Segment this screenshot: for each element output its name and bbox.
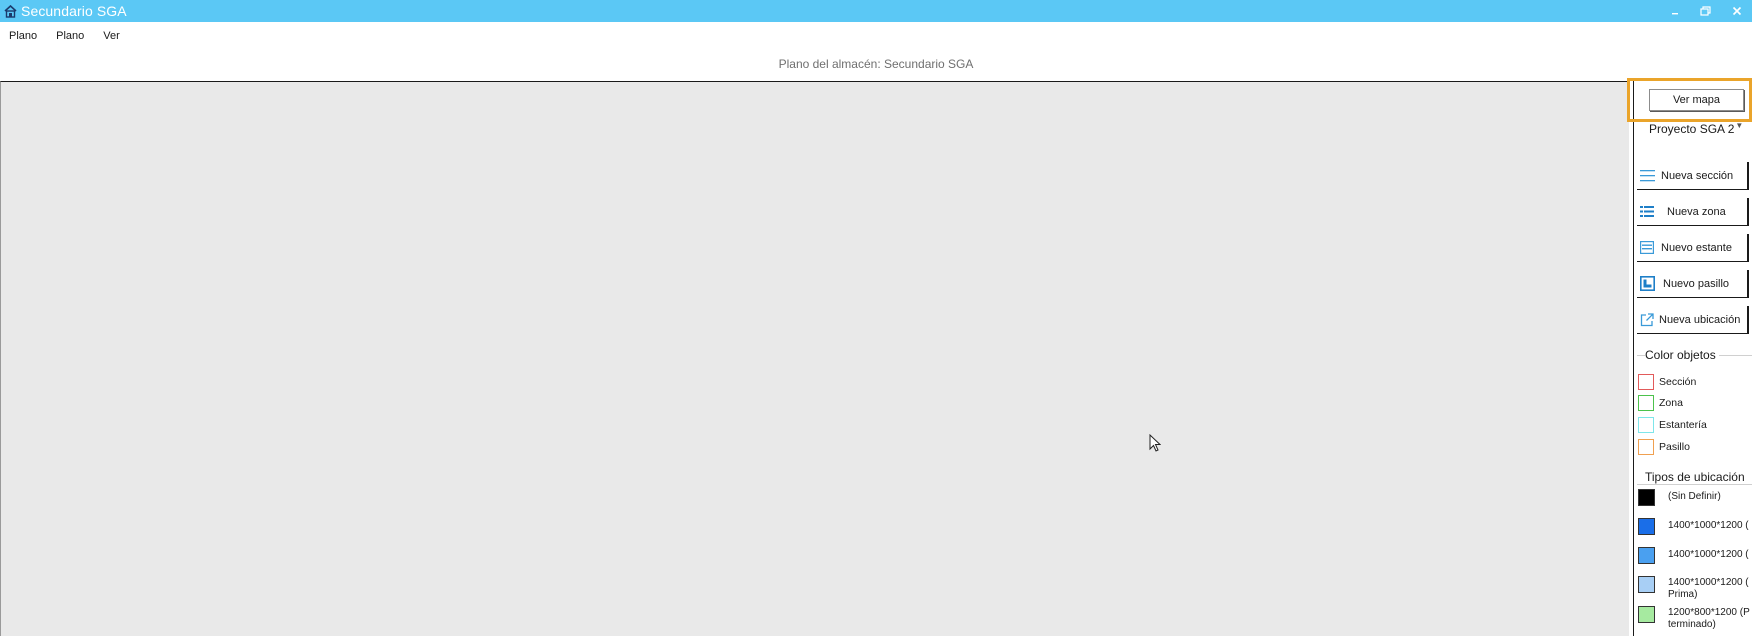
close-icon[interactable]: [1721, 0, 1752, 22]
tipo-1200-terminado: 1200*800*1200 (P terminado): [1637, 606, 1750, 631]
legend-zona-label: Zona: [1659, 397, 1683, 409]
legend-seccion: Sección: [1637, 374, 1696, 390]
tipo-swatch: [1638, 547, 1655, 564]
tipo-label-line2: terminado): [1668, 619, 1716, 630]
tipo-swatch: [1638, 518, 1655, 535]
tipo-label: 1400*1000*1200 (: [1668, 577, 1749, 588]
seccion-color-swatch: [1638, 374, 1654, 390]
zone-list-icon: [1639, 204, 1655, 220]
tipo-sin-definir: (Sin Definir): [1637, 489, 1721, 506]
plan-caption: Plano del almacén: Secundario SGA: [778, 57, 974, 71]
tipo-1400-a: 1400*1000*1200 (: [1637, 518, 1749, 535]
menu-bar: Plano Plano Ver: [0, 26, 136, 46]
nueva-zona-label: Nueva zona: [1667, 205, 1726, 218]
menu-plano-2[interactable]: Plano: [53, 30, 87, 42]
legend-seccion-label: Sección: [1659, 376, 1697, 388]
legend-zona: Zona: [1637, 395, 1683, 411]
project-dropdown-value: Proyecto SGA 2: [1649, 122, 1735, 136]
external-link-icon: [1639, 312, 1655, 328]
tipo-label: 1200*800*1200 (P: [1668, 607, 1750, 618]
nuevo-pasillo-label: Nuevo pasillo: [1663, 277, 1730, 290]
legend-pasillo: Pasillo: [1637, 439, 1690, 455]
legend-estanteria-label: Estantería: [1659, 419, 1707, 431]
pasillo-color-swatch: [1638, 439, 1654, 455]
warehouse-app-icon: [3, 4, 17, 18]
ver-mapa-button[interactable]: Ver mapa: [1649, 89, 1744, 111]
shelf-icon: [1639, 240, 1655, 256]
nueva-seccion-button[interactable]: Nueva sección: [1637, 162, 1749, 190]
nuevo-pasillo-button[interactable]: Nuevo pasillo: [1637, 270, 1749, 298]
section-lines-icon: [1639, 168, 1655, 184]
window-title: Secundario SGA: [21, 3, 127, 19]
menu-ver[interactable]: Ver: [100, 30, 123, 42]
tipo-label: 1400*1000*1200 (: [1668, 520, 1749, 531]
minimize-icon[interactable]: [1659, 0, 1690, 22]
tipo-swatch: [1638, 576, 1655, 593]
chevron-down-icon: ▼: [1735, 120, 1744, 130]
nuevo-estante-label: Nuevo estante: [1661, 241, 1732, 254]
tipo-swatch: [1638, 606, 1655, 623]
nueva-zona-button[interactable]: Nueva zona: [1637, 198, 1749, 226]
tipos-ubicacion-title: Tipos de ubicación: [1645, 470, 1748, 484]
nueva-ubicacion-label: Nueva ubicación: [1659, 313, 1741, 326]
restore-icon[interactable]: [1690, 0, 1721, 22]
zona-color-swatch: [1638, 395, 1654, 411]
menu-plano[interactable]: Plano: [6, 30, 40, 42]
nueva-seccion-label: Nueva sección: [1661, 169, 1734, 182]
warehouse-map-canvas[interactable]: [0, 81, 1629, 636]
tipos-ubicacion-divider: [1637, 484, 1752, 485]
tipo-label: (Sin Definir): [1668, 491, 1721, 502]
color-objetos-title: Color objetos: [1645, 348, 1719, 362]
estanteria-color-swatch: [1638, 417, 1654, 433]
aisle-icon: [1639, 276, 1655, 292]
mouse-cursor-icon: [1149, 433, 1162, 455]
project-dropdown[interactable]: Proyecto SGA 2 ▼: [1649, 120, 1752, 138]
tipo-1400-b: 1400*1000*1200 (: [1637, 547, 1749, 564]
title-bar: Secundario SGA: [0, 0, 1752, 22]
tipo-label-line2: Prima): [1668, 589, 1698, 600]
nuevo-estante-button[interactable]: Nuevo estante: [1637, 234, 1749, 262]
tipo-label: 1400*1000*1200 (: [1668, 549, 1749, 560]
legend-pasillo-label: Pasillo: [1659, 441, 1690, 453]
tipo-1400-prima: 1400*1000*1200 ( Prima): [1637, 576, 1749, 601]
nueva-ubicacion-button[interactable]: Nueva ubicación: [1637, 306, 1749, 334]
tipo-swatch: [1638, 489, 1655, 506]
legend-estanteria: Estantería: [1637, 417, 1707, 433]
